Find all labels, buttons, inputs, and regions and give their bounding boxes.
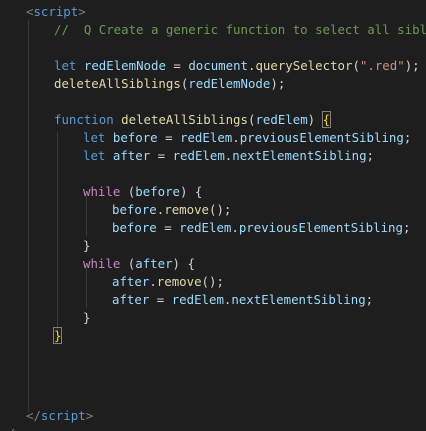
variable: before [112, 202, 157, 217]
code-line-comment[interactable]: // Q Create a generic function to select… [54, 22, 426, 38]
property: previousElementSibling [238, 220, 403, 235]
keyword-while: while [83, 184, 121, 199]
keyword-let: let [83, 148, 106, 163]
function-name: deleteAllSiblings [54, 76, 181, 91]
code-line-let-redelemnode[interactable]: let redElemNode = document.querySelector… [54, 58, 420, 74]
variable: document [188, 58, 248, 73]
function-name: deleteAllSiblings [121, 112, 248, 127]
punctuation: ; [403, 130, 412, 145]
keyword-function: function [54, 112, 114, 127]
punctuation: ( [352, 58, 360, 73]
punctuation: (); [201, 274, 224, 289]
punctuation: ); [404, 58, 420, 73]
code-line-while-after[interactable]: while (after) { [83, 256, 195, 272]
tag-bracket: </ [0, 426, 15, 431]
punctuation: ( [120, 256, 136, 271]
property: nextElementSibling [231, 292, 366, 307]
brace-close: } [52, 327, 63, 344]
operator: = [150, 148, 173, 163]
tag-bracket: > [78, 4, 86, 19]
variable: after [112, 148, 151, 163]
indent-guide [28, 20, 29, 412]
punctuation: ; [402, 220, 411, 235]
code-line-before-assign[interactable]: before = redElem.previousElementSibling; [112, 220, 410, 236]
property: nextElementSibling [232, 148, 367, 163]
property: previousElementSibling [239, 130, 404, 145]
punctuation: . [231, 220, 239, 235]
code-line-before-remove[interactable]: before.remove(); [112, 202, 231, 218]
variable: after [112, 292, 150, 307]
code-comment: // Q Create a generic function to select… [54, 22, 426, 37]
punctuation: ) [307, 112, 316, 127]
variable: before [112, 130, 158, 145]
operator: = [149, 292, 172, 307]
variable: after [135, 256, 173, 271]
punctuation: ; [365, 292, 374, 307]
keyword-let: let [83, 130, 106, 145]
punctuation: ; [366, 148, 374, 163]
tag-name: script [40, 408, 86, 423]
operator: = [165, 58, 189, 73]
brace-close: } [83, 238, 91, 253]
variable: redElemNode [188, 76, 271, 91]
code-editor[interactable]: <script> // Q Create a generic function … [0, 0, 426, 431]
tag-bracket: </ [26, 408, 41, 423]
punctuation: ) { [172, 256, 195, 271]
keyword-while: while [83, 256, 121, 271]
function-name: remove [164, 202, 209, 217]
variable: redElem [180, 130, 233, 145]
indent-guide [86, 268, 87, 308]
brace-open: { [321, 111, 332, 128]
keyword-let: let [54, 58, 77, 73]
variable: after [112, 274, 150, 289]
indent-guide [86, 196, 87, 236]
code-line-close-function[interactable]: } [52, 327, 63, 344]
code-line-let-before[interactable]: let before = redElem.previousElementSibl… [83, 130, 411, 146]
code-line-script-close[interactable]: </script> [26, 408, 93, 424]
code-line-close-while-1[interactable]: } [83, 238, 90, 254]
tag-bracket: > [85, 408, 94, 423]
code-line-partial[interactable]: </ [0, 426, 15, 431]
variable: redElem [172, 148, 225, 163]
brace-close: } [83, 310, 91, 325]
variable: before [112, 220, 157, 235]
punctuation: (); [209, 202, 232, 217]
tag-name: script [33, 4, 79, 19]
variable: redElem [171, 292, 224, 307]
punctuation: ( [120, 184, 136, 199]
parameter: redElem [255, 112, 308, 127]
code-line-let-after[interactable]: let after = redElem.nextElementSibling; [83, 148, 374, 164]
punctuation: . [232, 130, 240, 145]
code-line-script-open[interactable]: <script> [26, 4, 86, 20]
code-line-function-decl[interactable]: function deleteAllSiblings(redElem) { [54, 111, 332, 128]
code-line-call[interactable]: deleteAllSiblings(redElemNode); [54, 76, 285, 92]
operator: = [157, 130, 181, 145]
punctuation: ) { [180, 184, 203, 199]
variable: before [135, 184, 180, 199]
indent-guide [57, 132, 58, 332]
variable: redElem [179, 220, 232, 235]
code-line-close-while-2[interactable]: } [83, 310, 90, 326]
punctuation: ); [270, 76, 286, 91]
code-line-while-before[interactable]: while (before) { [83, 184, 202, 200]
code-line-after-remove[interactable]: after.remove(); [112, 274, 224, 290]
operator: = [156, 220, 180, 235]
function-name: remove [156, 274, 202, 289]
string-literal: ".red" [359, 58, 405, 73]
function-name: querySelector [255, 58, 353, 73]
code-line-after-assign[interactable]: after = redElem.nextElementSibling; [112, 292, 373, 308]
variable: redElemNode [83, 58, 166, 73]
punctuation: . [149, 274, 157, 289]
